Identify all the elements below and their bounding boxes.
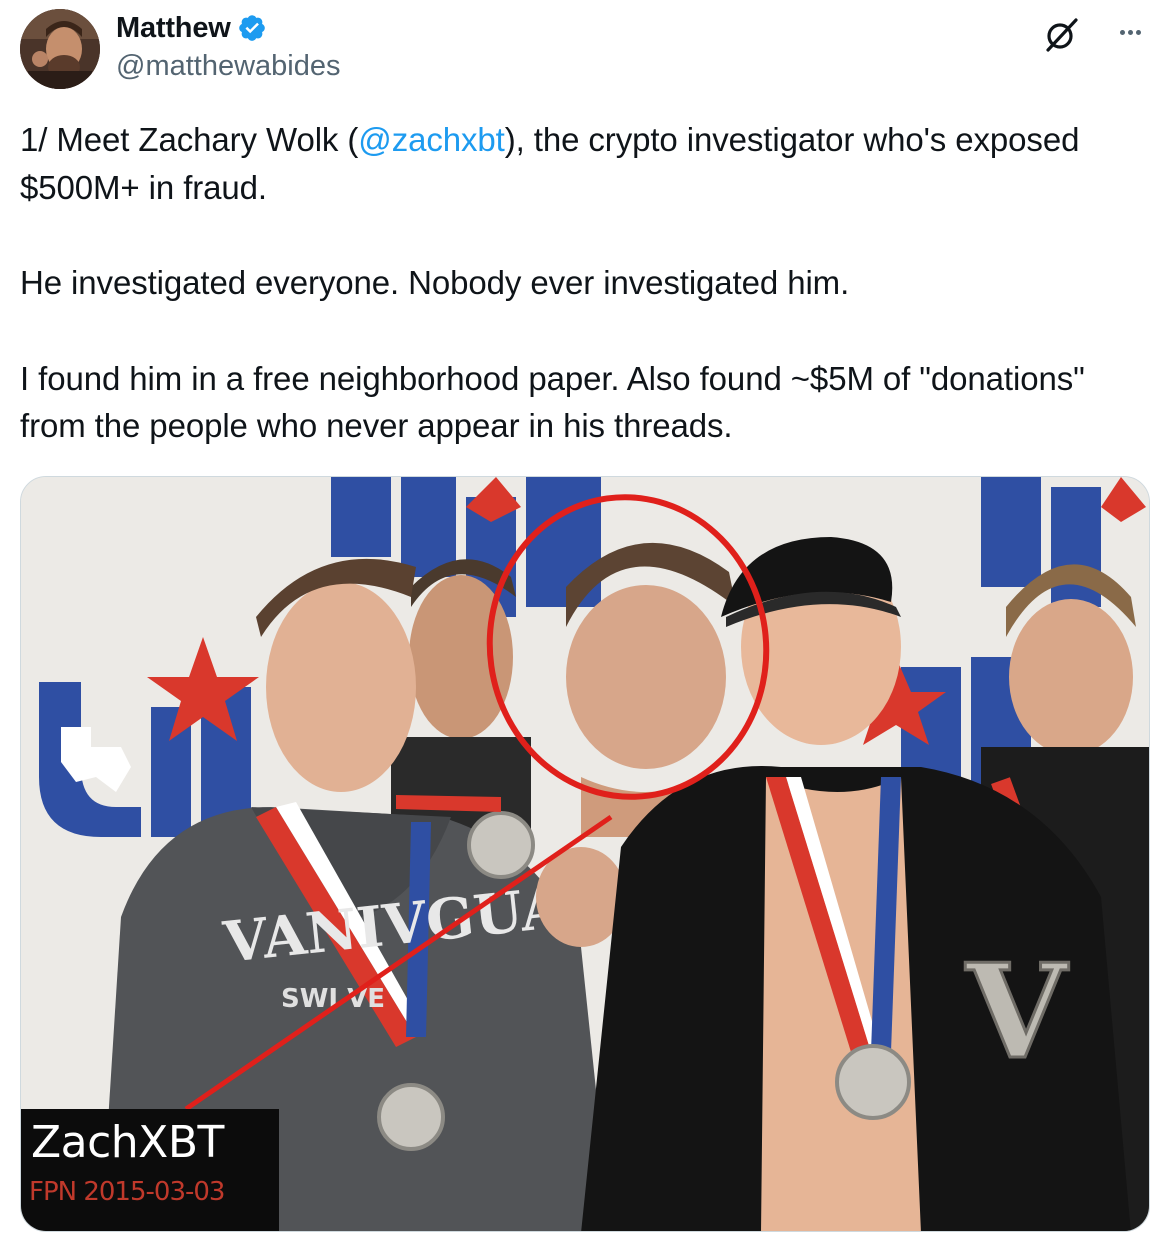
author-handle[interactable]: @matthewabides [116,50,341,83]
tweet-paragraph-1: 1/ Meet Zachary Wolk (@zachxbt), the cry… [20,116,1148,211]
author-name[interactable]: Matthew [116,12,231,45]
tweet-text-segment: 1/ Meet Zachary Wolk ( [20,121,359,158]
tweet-text: 1/ Meet Zachary Wolk (@zachxbt), the cry… [20,116,1148,450]
mention-link[interactable]: @zachxbt [358,121,505,158]
profile-photo-icon [20,9,100,89]
tweet-paragraph-3: I found him in a free neighborhood paper… [20,359,1085,445]
tweet-paragraph-2: He investigated everyone. Nobody ever in… [20,264,850,301]
jacket-letter: V [965,935,1069,1088]
caption-source-date: FPN 2015-03-03 [29,1177,225,1207]
caption-title: ZachXBT [31,1117,224,1168]
verified-badge-icon [238,15,265,41]
author-avatar[interactable] [20,9,100,89]
tweet-media-photo[interactable]: VANIVGUAFT SWI VE V ZachXBT FPN 2015-03-… [20,476,1150,1232]
grok-icon[interactable] [1040,12,1084,56]
tweet: Matthew @matthewabides 1/ Meet Zachary W… [0,0,1158,1244]
author-name-row[interactable]: Matthew [116,10,267,46]
caption-box: ZachXBT FPN 2015-03-03 [21,1109,279,1231]
more-horizontal-icon[interactable] [1108,10,1152,54]
